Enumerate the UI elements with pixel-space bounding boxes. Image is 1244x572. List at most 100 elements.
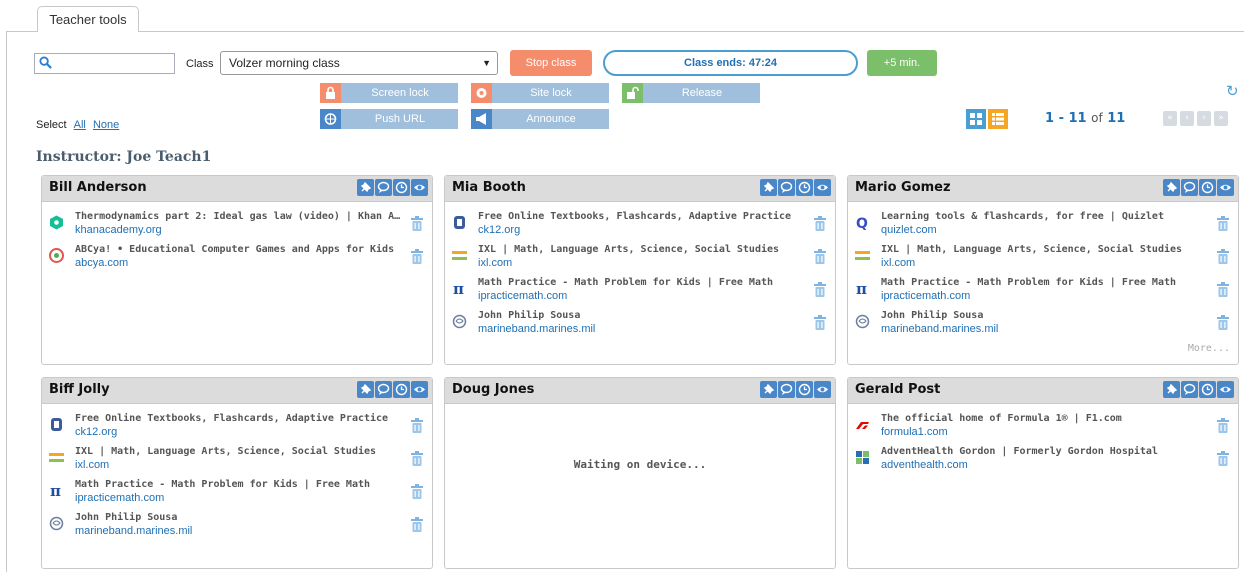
trash-icon[interactable] [410,517,424,533]
extend-5-min-button[interactable]: +5 min. [867,50,937,76]
clock-icon[interactable] [1199,179,1216,196]
refresh-icon[interactable]: ↻ [1226,82,1239,100]
student-card[interactable]: Mia Booth Free Online Textbooks, Flashcar… [444,175,836,365]
pin-icon[interactable] [1163,179,1180,196]
pin-icon[interactable] [357,381,374,398]
select-all-link[interactable]: All [74,119,86,131]
site-url[interactable]: ck12.org [478,224,520,236]
svg-text:π: π [50,483,61,498]
trash-icon[interactable] [410,418,424,434]
trash-icon[interactable] [1216,418,1230,434]
clock-icon[interactable] [393,179,410,196]
first-page-icon[interactable]: « [1163,111,1177,126]
eye-icon[interactable] [411,179,428,196]
site-url[interactable]: marineband.marines.mil [478,323,595,335]
grid-view-icon[interactable] [966,109,986,129]
trash-icon[interactable] [813,249,827,265]
site-url[interactable]: quizlet.com [881,224,937,236]
trash-icon[interactable] [813,282,827,298]
eye-icon[interactable] [1217,381,1234,398]
select-none-link[interactable]: None [93,119,119,131]
eye-icon[interactable] [411,381,428,398]
clock-icon[interactable] [796,179,813,196]
pin-icon[interactable] [357,179,374,196]
chat-icon[interactable] [1181,179,1198,196]
chat-icon[interactable] [375,381,392,398]
site-lock-button[interactable]: Site lock [471,83,609,103]
more-link[interactable]: More... [1188,343,1230,354]
pin-icon[interactable] [760,381,777,398]
pin-icon[interactable] [760,179,777,196]
site-url[interactable]: khanacademy.org [75,224,162,236]
site-entry[interactable]: AdventHealth Gordon | Formerly Gordon Ho… [855,446,1230,476]
student-card[interactable]: Mario Gomez Q Learning tools & flashcards,… [847,175,1239,365]
trash-icon[interactable] [1216,282,1230,298]
clock-icon[interactable] [796,381,813,398]
chat-icon[interactable] [778,381,795,398]
site-entry[interactable]: π Math Practice - Math Problem for Kids |… [452,277,827,307]
prev-page-icon[interactable]: ‹ [1180,111,1194,126]
announce-button[interactable]: Announce [471,109,609,129]
site-url[interactable]: ixl.com [478,257,512,269]
last-page-icon[interactable]: » [1214,111,1228,126]
site-entry[interactable]: IXL | Math, Language Arts, Science, Soci… [49,446,424,476]
ixl-icon [855,248,870,263]
student-card[interactable]: Bill Anderson Thermodynamics part 2: Idea… [41,175,433,365]
search-input[interactable] [34,53,175,74]
site-entry[interactable]: The official home of Formula 1® | F1.com… [855,413,1230,443]
class-select[interactable]: Volzer morning class ▼ [220,51,498,75]
site-entry[interactable]: John Philip Sousa marineband.marines.mil [452,310,827,340]
trash-icon[interactable] [1216,216,1230,232]
release-button[interactable]: Release [622,83,760,103]
site-url[interactable]: ipracticemath.com [478,290,567,302]
trash-icon[interactable] [410,216,424,232]
site-entry[interactable]: π Math Practice - Math Problem for Kids |… [855,277,1230,307]
site-url[interactable]: ipracticemath.com [881,290,970,302]
pin-icon[interactable] [1163,381,1180,398]
site-entry[interactable]: Free Online Textbooks, Flashcards, Adapt… [452,211,827,241]
site-entry[interactable]: π Math Practice - Math Problem for Kids |… [49,479,424,509]
student-card[interactable]: Gerald Post The official home of Formula … [847,377,1239,569]
site-entry[interactable]: Free Online Textbooks, Flashcards, Adapt… [49,413,424,443]
next-page-icon[interactable]: › [1197,111,1211,126]
site-entry[interactable]: Thermodynamics part 2: Ideal gas law (vi… [49,211,424,241]
trash-icon[interactable] [1216,249,1230,265]
trash-icon[interactable] [1216,315,1230,331]
site-url[interactable]: marineband.marines.mil [881,323,998,335]
site-url[interactable]: adventhealth.com [881,459,968,471]
trash-icon[interactable] [410,249,424,265]
chat-icon[interactable] [375,179,392,196]
push-url-button[interactable]: Push URL [320,109,458,129]
tab-teacher-tools[interactable]: Teacher tools [37,6,139,32]
eye-icon[interactable] [814,381,831,398]
screen-lock-button[interactable]: Screen lock [320,83,458,103]
site-url[interactable]: ck12.org [75,426,117,438]
site-url[interactable]: ipracticemath.com [75,492,164,504]
trash-icon[interactable] [410,484,424,500]
chat-icon[interactable] [778,179,795,196]
site-entry[interactable]: ABCya! • Educational Computer Games and … [49,244,424,274]
chat-icon[interactable] [1181,381,1198,398]
site-url[interactable]: abcya.com [75,257,128,269]
site-url[interactable]: ixl.com [75,459,109,471]
stop-class-button[interactable]: Stop class [510,50,592,76]
site-entry[interactable]: IXL | Math, Language Arts, Science, Soci… [855,244,1230,274]
trash-icon[interactable] [1216,451,1230,467]
site-url[interactable]: ixl.com [881,257,915,269]
clock-icon[interactable] [1199,381,1216,398]
clock-icon[interactable] [393,381,410,398]
student-card[interactable]: Biff Jolly Free Online Textbooks, Flashca… [41,377,433,569]
site-entry[interactable]: John Philip Sousa marineband.marines.mil [49,512,424,542]
site-entry[interactable]: IXL | Math, Language Arts, Science, Soci… [452,244,827,274]
site-entry[interactable]: Q Learning tools & flashcards, for free |… [855,211,1230,241]
site-entry[interactable]: John Philip Sousa marineband.marines.mil [855,310,1230,340]
site-url[interactable]: marineband.marines.mil [75,525,192,537]
eye-icon[interactable] [1217,179,1234,196]
trash-icon[interactable] [813,216,827,232]
eye-icon[interactable] [814,179,831,196]
trash-icon[interactable] [410,451,424,467]
site-url[interactable]: formula1.com [881,426,948,438]
list-view-icon[interactable] [988,109,1008,129]
student-card[interactable]: Doug Jones Waiting on device... [444,377,836,569]
trash-icon[interactable] [813,315,827,331]
